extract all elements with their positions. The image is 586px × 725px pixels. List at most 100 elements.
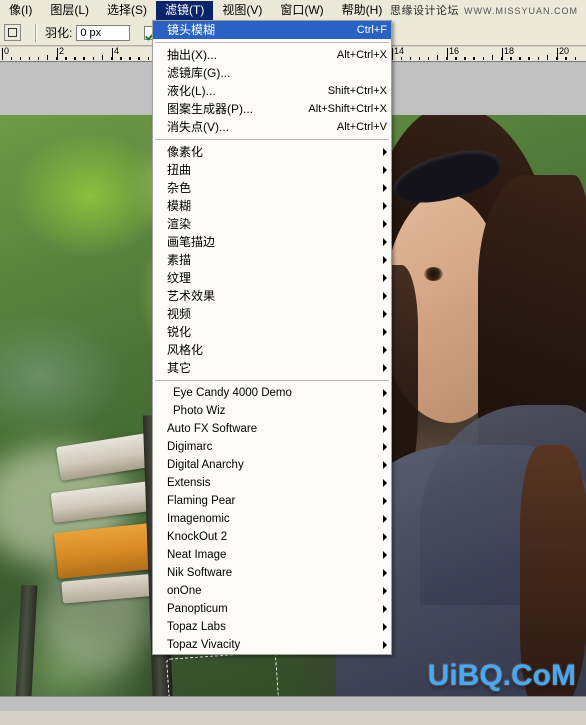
ruler-tick-label: 16 [449, 47, 460, 56]
menu-item-label: 渲染 [167, 217, 192, 231]
menu-item-filter-categories-10[interactable]: 锐化 [153, 323, 391, 341]
menu-item-label: Neat Image [167, 549, 227, 561]
menu-item-third-party-plugins-10[interactable]: Nik Software [153, 564, 391, 582]
menu-item-label: Topaz Vivacity [167, 639, 241, 651]
submenu-arrow-icon [383, 166, 387, 174]
menu-item-label: 锐化 [167, 325, 192, 339]
menu-item-label: 扭曲 [167, 163, 192, 177]
menu-item-label: Auto FX Software [167, 423, 258, 435]
menubar-item-view[interactable]: 视图(V) [213, 1, 271, 20]
menu-item-shortcut: Alt+Shift+Ctrl+X [308, 103, 387, 115]
ruler-tick-label: 4 [114, 47, 120, 56]
menu-item-label: Nik Software [167, 567, 233, 579]
submenu-arrow-icon [383, 569, 387, 577]
submenu-arrow-icon [383, 364, 387, 372]
menu-item-third-party-plugins-4[interactable]: Digital Anarchy [153, 456, 391, 474]
menu-item-third-party-plugins-13[interactable]: Topaz Labs [153, 618, 391, 636]
submenu-arrow-icon [383, 274, 387, 282]
menu-item-third-party-plugins-9[interactable]: Neat Image [153, 546, 391, 564]
ruler-tick-label: 14 [394, 47, 405, 56]
menu-item-filter-categories-3[interactable]: 模糊 [153, 197, 391, 215]
submenu-arrow-icon [383, 220, 387, 228]
submenu-arrow-icon [383, 292, 387, 300]
menu-item-filter-categories-0[interactable]: 像素化 [153, 143, 391, 161]
menu-item-filter-categories-9[interactable]: 视频 [153, 305, 391, 323]
watermark-top-site: WWW.MISSYUAN.COM [464, 6, 578, 16]
menu-item-third-party-plugins-2[interactable]: Auto FX Software [153, 420, 391, 438]
submenu-arrow-icon [383, 328, 387, 336]
menubar-item-help[interactable]: 帮助(H) [333, 1, 392, 20]
selection-tool-icon[interactable] [4, 24, 21, 41]
ruler-tick-label: 0 [4, 47, 10, 56]
menu-item-third-party-plugins-8[interactable]: KnockOut 2 [153, 528, 391, 546]
submenu-arrow-icon [383, 533, 387, 541]
submenu-arrow-icon [383, 238, 387, 246]
menu-item-third-party-plugins-5[interactable]: Extensis [153, 474, 391, 492]
menu-item-filter-categories-1[interactable]: 扭曲 [153, 161, 391, 179]
submenu-arrow-icon [383, 641, 387, 649]
submenu-arrow-icon [383, 184, 387, 192]
menu-item-filter-categories-12[interactable]: 其它 [153, 359, 391, 377]
menu-item-label: 素描 [167, 253, 192, 267]
menu-item-label: Topaz Labs [167, 621, 226, 633]
menu-item-third-party-plugins-7[interactable]: Imagenomic [153, 510, 391, 528]
feather-input[interactable] [76, 24, 131, 41]
menu-item-third-party-plugins-12[interactable]: Panopticum [153, 600, 391, 618]
menu-item-label: Panopticum [167, 603, 228, 615]
menu-item-label: 抽出(X)... [167, 48, 217, 62]
feather-label: 羽化: [45, 26, 73, 40]
menu-item-recent-0[interactable]: 镜头模糊 Ctrl+F [153, 21, 391, 39]
submenu-arrow-icon [383, 587, 387, 595]
menu-item-label: onOne [167, 585, 202, 597]
watermark-top-text: 思缘设计论坛 [390, 5, 459, 17]
menu-item-filter-categories-7[interactable]: 纹理 [153, 269, 391, 287]
menu-item-label: 纹理 [167, 271, 192, 285]
menu-separator [155, 42, 389, 43]
menu-item-filter-categories-8[interactable]: 艺术效果 [153, 287, 391, 305]
menubar-item-select[interactable]: 选择(S) [98, 1, 156, 20]
watermark-bottom: UiBQ.CoM [427, 659, 576, 692]
menu-item-label: 液化(L)... [167, 84, 216, 98]
submenu-arrow-icon [383, 202, 387, 210]
menubar-item-filter[interactable]: 滤镜(T) [156, 0, 214, 20]
menu-item-filter-categories-5[interactable]: 画笔描边 [153, 233, 391, 251]
filter-dropdown-menu[interactable]: 镜头模糊 Ctrl+F 抽出(X)... Alt+Ctrl+X 滤镜库(G)... 液化(… [152, 20, 392, 655]
menu-item-core-filters-0[interactable]: 抽出(X)... Alt+Ctrl+X [153, 46, 391, 64]
submenu-arrow-icon [383, 443, 387, 451]
submenu-arrow-icon [383, 425, 387, 433]
menu-item-core-filters-2[interactable]: 液化(L)... Shift+Ctrl+X [153, 82, 391, 100]
menu-item-label: Digital Anarchy [167, 459, 244, 471]
menu-item-filter-categories-2[interactable]: 杂色 [153, 179, 391, 197]
menu-item-label: Extensis [167, 477, 211, 489]
menu-item-label: 艺术效果 [167, 289, 216, 303]
menu-item-third-party-plugins-0[interactable]: Eye Candy 4000 Demo [153, 384, 391, 402]
toolbar-divider [35, 23, 37, 42]
submenu-arrow-icon [383, 256, 387, 264]
submenu-arrow-icon [383, 605, 387, 613]
menu-item-core-filters-1[interactable]: 滤镜库(G)... [153, 64, 391, 82]
menu-item-shortcut: Ctrl+F [356, 24, 387, 36]
menu-item-label: 风格化 [167, 343, 204, 357]
menu-item-filter-categories-4[interactable]: 渲染 [153, 215, 391, 233]
menu-item-label: 模糊 [167, 199, 192, 213]
submenu-arrow-icon [383, 461, 387, 469]
menu-item-filter-categories-6[interactable]: 素描 [153, 251, 391, 269]
menu-item-label: 镜头模糊 [167, 23, 216, 37]
menubar-item-window[interactable]: 窗口(W) [271, 1, 332, 20]
watermark-top: 思缘设计论坛 WWW.MISSYUAN.COM [390, 2, 578, 18]
status-bar [0, 696, 586, 711]
menu-item-third-party-plugins-1[interactable]: Photo Wiz [153, 402, 391, 420]
menu-item-label: KnockOut 2 [167, 531, 228, 543]
menu-item-third-party-plugins-14[interactable]: Topaz Vivacity [153, 636, 391, 654]
menu-item-third-party-plugins-3[interactable]: Digimarc [153, 438, 391, 456]
menu-item-third-party-plugins-6[interactable]: Flaming Pear [153, 492, 391, 510]
menu-item-label: Photo Wiz [173, 405, 226, 417]
submenu-arrow-icon [383, 346, 387, 354]
menu-item-core-filters-4[interactable]: 消失点(V)... Alt+Ctrl+V [153, 118, 391, 136]
menubar-item-layer[interactable]: 图层(L) [41, 1, 98, 20]
menu-item-filter-categories-11[interactable]: 风格化 [153, 341, 391, 359]
menu-item-third-party-plugins-11[interactable]: onOne [153, 582, 391, 600]
menu-item-core-filters-3[interactable]: 图案生成器(P)... Alt+Shift+Ctrl+X [153, 100, 391, 118]
menubar-item-image[interactable]: 像(I) [0, 1, 41, 20]
submenu-arrow-icon [383, 310, 387, 318]
